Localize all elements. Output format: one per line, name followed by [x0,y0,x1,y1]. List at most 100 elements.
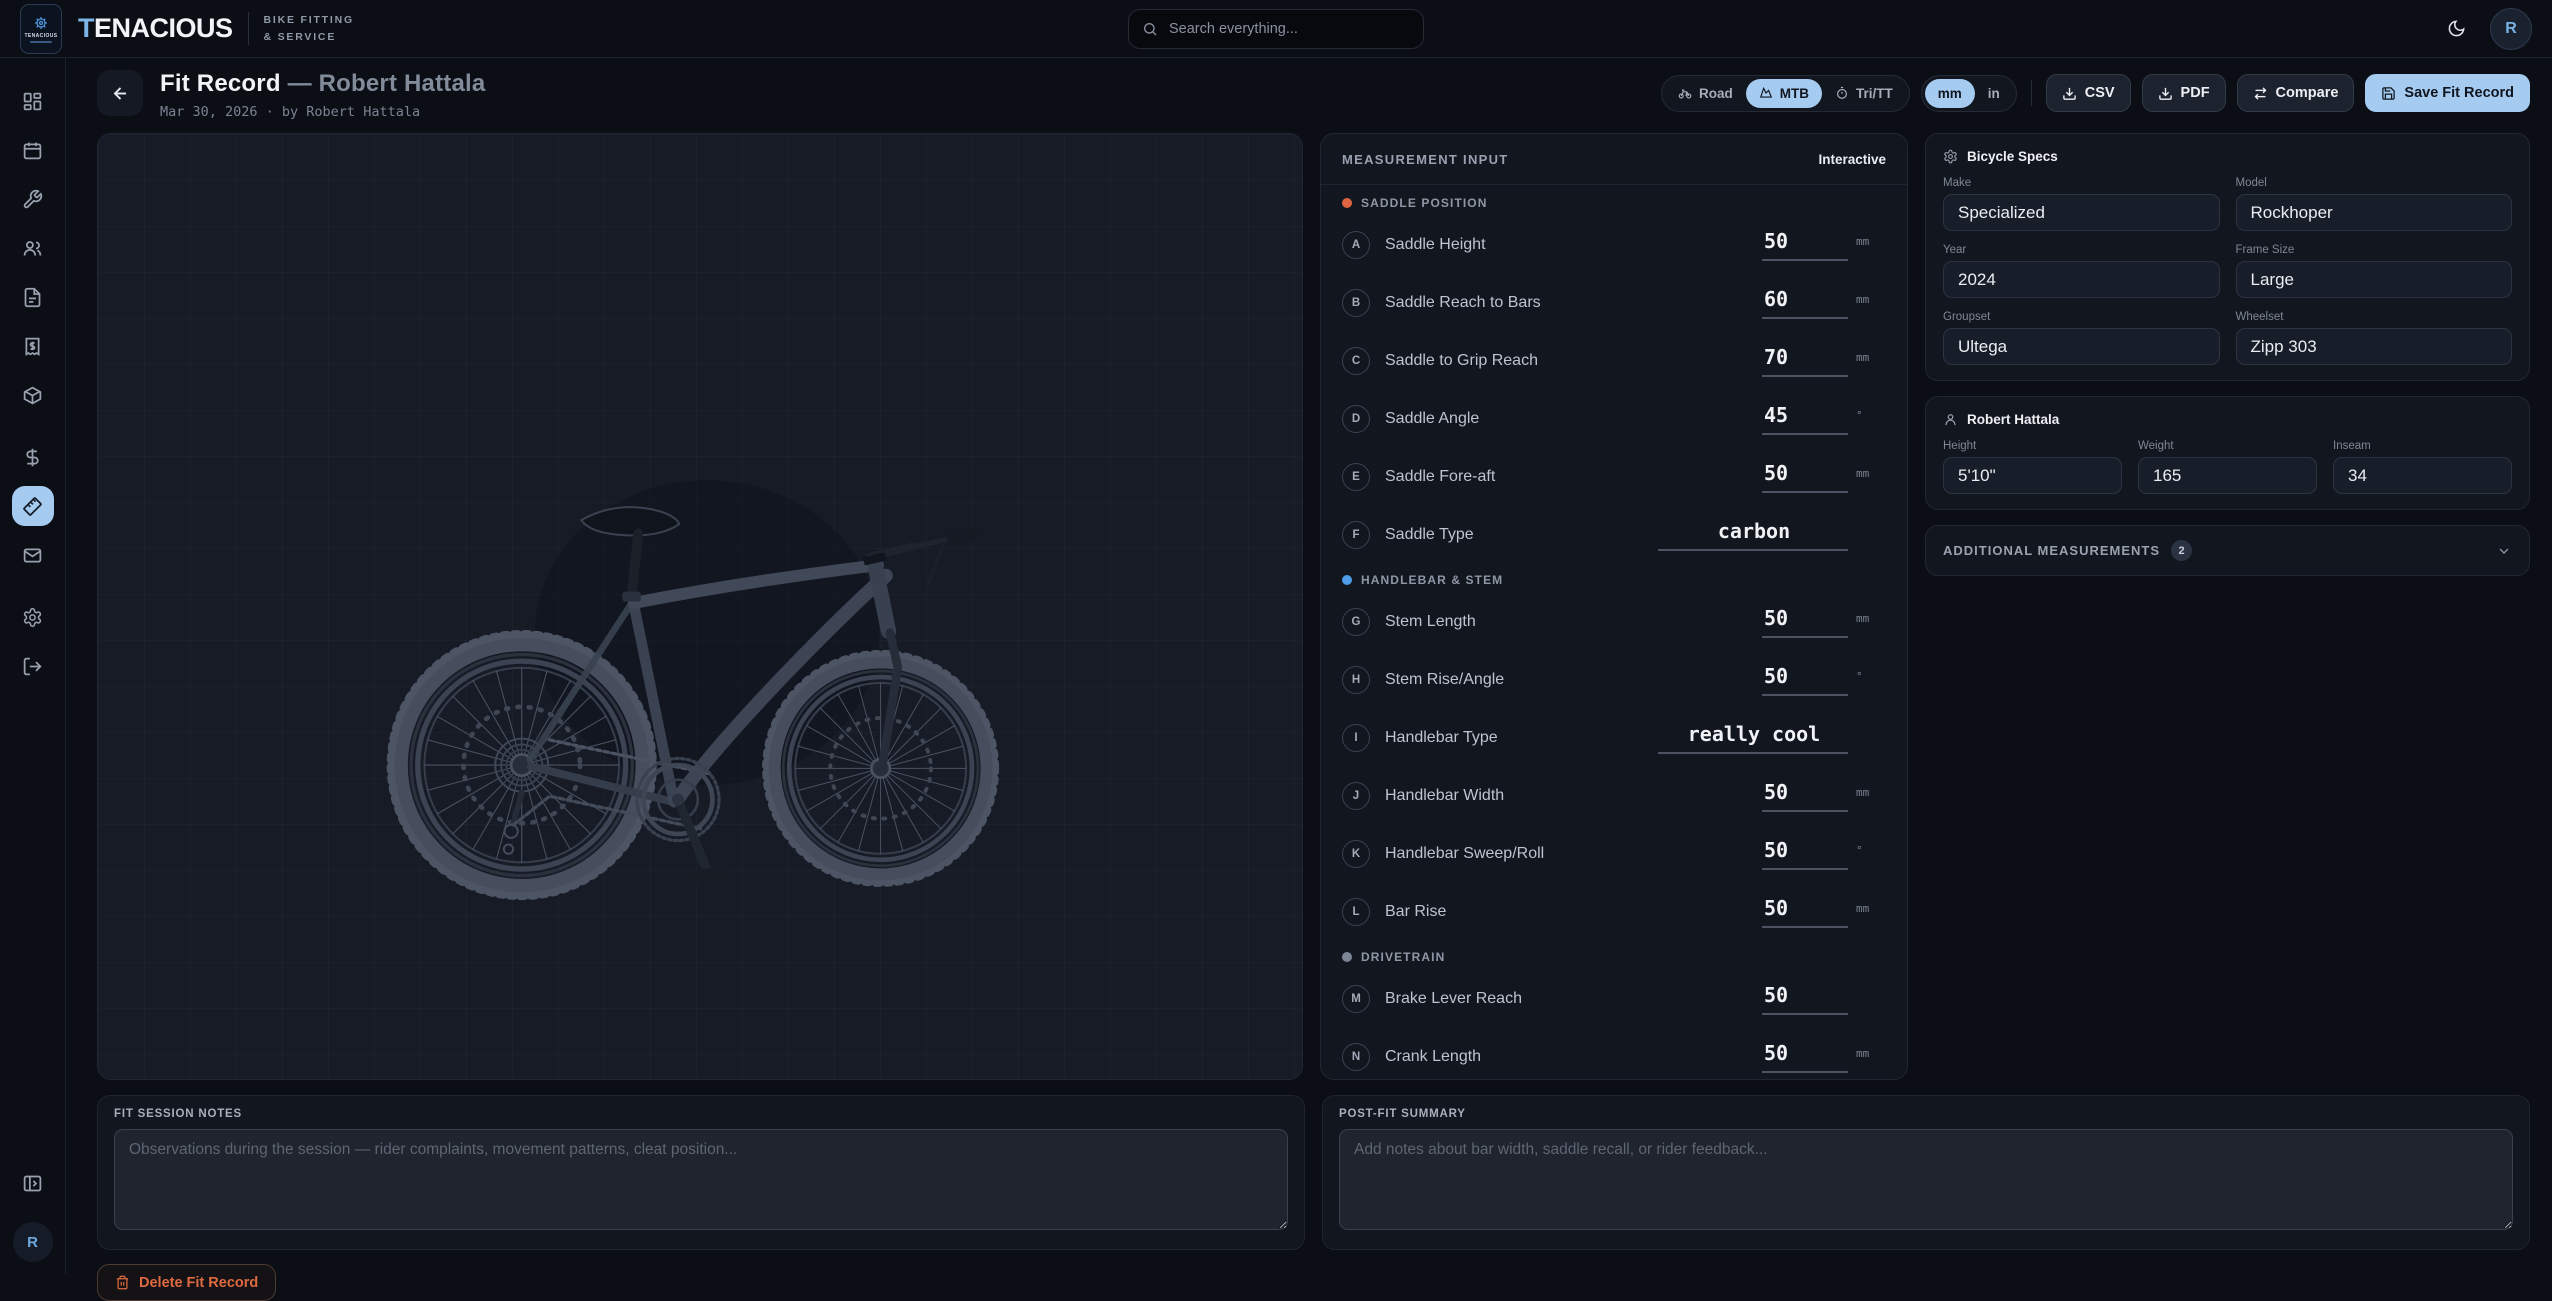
measurement-input-panel: MEASUREMENT INPUT Interactive SADDLE POS… [1320,133,1908,1080]
save-fit-record-button[interactable]: Save Fit Record [2365,74,2530,112]
sidebar-item-dashboard[interactable] [12,81,54,121]
brand-tagline: BIKE FITTING & SERVICE [248,12,354,45]
row-letter-badge: H [1342,666,1370,694]
measurement-value-input[interactable] [1762,838,1848,870]
sidebar-item-services[interactable] [12,179,54,219]
mountain-icon [1759,86,1773,100]
sidebar-item-inventory[interactable] [12,375,54,415]
measurement-label: Saddle Fore-aft [1385,468,1762,486]
row-letter-badge: L [1342,898,1370,926]
measurement-label: Saddle Type [1385,526,1658,544]
download-icon [2062,86,2077,101]
fit-session-notes-label: FIT SESSION NOTES [114,1108,1288,1120]
top-bar: TENACIOUS TENACIOUS BIKE FITTING & SERVI… [0,0,2552,58]
measurement-label: Handlebar Width [1385,787,1762,805]
theme-toggle-button[interactable] [2438,11,2474,47]
measurement-value-input[interactable] [1762,780,1848,812]
back-button[interactable] [97,70,143,116]
mail-icon [22,545,43,566]
sidebar-item-logout[interactable] [12,646,54,686]
measurement-value-input[interactable] [1762,461,1848,493]
panel-collapse-icon [22,1173,43,1194]
sidebar-item-settings[interactable] [12,597,54,637]
year-input[interactable] [1943,261,2220,298]
measurement-unit: mm [1856,902,1886,915]
sidebar-item-documents[interactable] [12,277,54,317]
additional-measurements-toggle[interactable]: ADDITIONAL MEASUREMENTS 2 [1925,525,2530,576]
section-saddle-position: SADDLE POSITION [1342,189,1886,216]
measurement-value-input[interactable] [1762,287,1848,319]
export-csv-button[interactable]: CSV [2046,74,2131,112]
measurement-unit: ° [1856,844,1886,857]
user-icon [1943,412,1958,427]
delete-fit-record-button[interactable]: Delete Fit Record [97,1264,276,1301]
sidebar-item-payments[interactable] [12,437,54,477]
sidebar-item-messages[interactable] [12,535,54,575]
measurement-value-input[interactable] [1762,606,1848,638]
bike-type-toggle: Road MTB Tri/TT [1661,75,1910,112]
row-letter-badge: M [1342,985,1370,1013]
measurement-row: G Stem Length mm [1342,593,1886,651]
measurement-value-input[interactable] [1762,229,1848,261]
measurement-label: Crank Length [1385,1048,1762,1066]
rider-field-weight: Weight [2138,440,2317,494]
weight-input[interactable] [2138,457,2317,494]
measurement-row: A Saddle Height mm [1342,216,1886,274]
global-search[interactable] [1128,9,1424,49]
measurement-value-input[interactable] [1762,345,1848,377]
bike-type-tritt-button[interactable]: Tri/TT [1822,79,1906,108]
measurement-value-input[interactable] [1762,1041,1848,1073]
fit-session-notes-card: FIT SESSION NOTES [97,1095,1305,1250]
moon-icon [2447,19,2466,38]
model-input[interactable] [2236,194,2513,231]
measurement-value-input[interactable] [1658,519,1848,551]
unit-in-button[interactable]: in [1975,79,2013,108]
export-pdf-button[interactable]: PDF [2142,74,2226,112]
measurement-value-input[interactable] [1762,664,1848,696]
sidebar-item-calendar[interactable] [12,130,54,170]
frame-size-input[interactable] [2236,261,2513,298]
bike-type-mtb-button[interactable]: MTB [1746,79,1822,108]
sidebar-user-avatar[interactable]: R [13,1222,53,1262]
count-badge: 2 [2171,540,2192,561]
measurement-value-input[interactable] [1658,722,1848,754]
sidebar-item-fit-records[interactable] [12,486,54,526]
height-input[interactable] [1943,457,2122,494]
users-icon [22,238,43,259]
inseam-input[interactable] [2333,457,2512,494]
measurement-unit: mm [1856,235,1886,248]
measurement-value-input[interactable] [1762,983,1848,1015]
sidebar-item-clients[interactable] [12,228,54,268]
row-letter-badge: A [1342,231,1370,259]
bicycle-specs-title: Bicycle Specs [1967,149,2058,164]
measurement-unit: mm [1856,293,1886,306]
collapse-sidebar-button[interactable] [12,1163,54,1203]
record-meta: Mar 30, 2026 · by Robert Hattala [160,104,485,120]
row-letter-badge: D [1342,405,1370,433]
groupset-input[interactable] [1943,328,2220,365]
logout-icon [22,656,43,677]
brand-badge-line [30,41,52,43]
measurement-panel-title: MEASUREMENT INPUT [1342,152,1509,167]
measurement-value-input[interactable] [1762,403,1848,435]
bike-diagram-panel [97,133,1303,1080]
search-input[interactable] [1167,20,1410,38]
trash-icon [115,1275,130,1290]
search-icon [1142,21,1158,37]
measurement-row: D Saddle Angle ° [1342,390,1886,448]
arrow-left-icon [111,84,130,103]
make-input[interactable] [1943,194,2220,231]
gear-wheel-logo-icon [33,15,49,31]
post-fit-summary-textarea[interactable] [1339,1129,2513,1230]
row-letter-badge: F [1342,521,1370,549]
unit-mm-button[interactable]: mm [1925,79,1975,108]
user-avatar[interactable]: R [2490,8,2532,50]
measurement-label: Saddle to Grip Reach [1385,352,1762,370]
wheelset-input[interactable] [2236,328,2513,365]
bike-type-road-button[interactable]: Road [1665,79,1746,108]
measurement-value-input[interactable] [1762,896,1848,928]
sidebar-item-invoices[interactable] [12,326,54,366]
compare-button[interactable]: Compare [2237,74,2355,112]
bike-illustration [303,434,1098,924]
fit-session-notes-textarea[interactable] [114,1129,1288,1230]
